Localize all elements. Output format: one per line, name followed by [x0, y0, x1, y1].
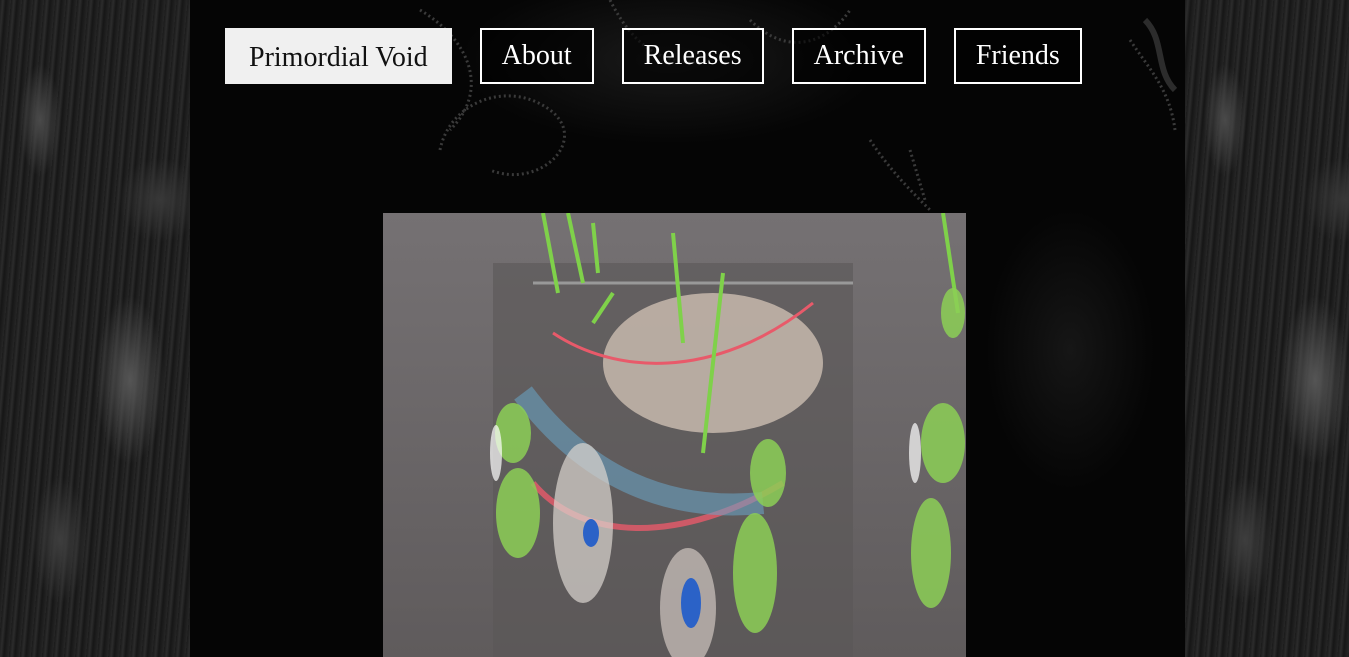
artwork-video-frame	[383, 213, 966, 657]
nav-home-link[interactable]: Primordial Void	[225, 28, 452, 84]
nav-item-about[interactable]: About	[479, 28, 594, 84]
nav-item-archive[interactable]: Archive	[791, 28, 926, 84]
main-nav: Primordial Void About Releases Archive F…	[225, 28, 1082, 84]
background-texture-right	[1185, 0, 1349, 657]
nav-item-releases[interactable]: Releases	[621, 28, 764, 84]
background-texture-left	[0, 0, 190, 657]
nav-item-friends[interactable]: Friends	[953, 28, 1082, 84]
artwork-video[interactable]	[383, 213, 966, 657]
